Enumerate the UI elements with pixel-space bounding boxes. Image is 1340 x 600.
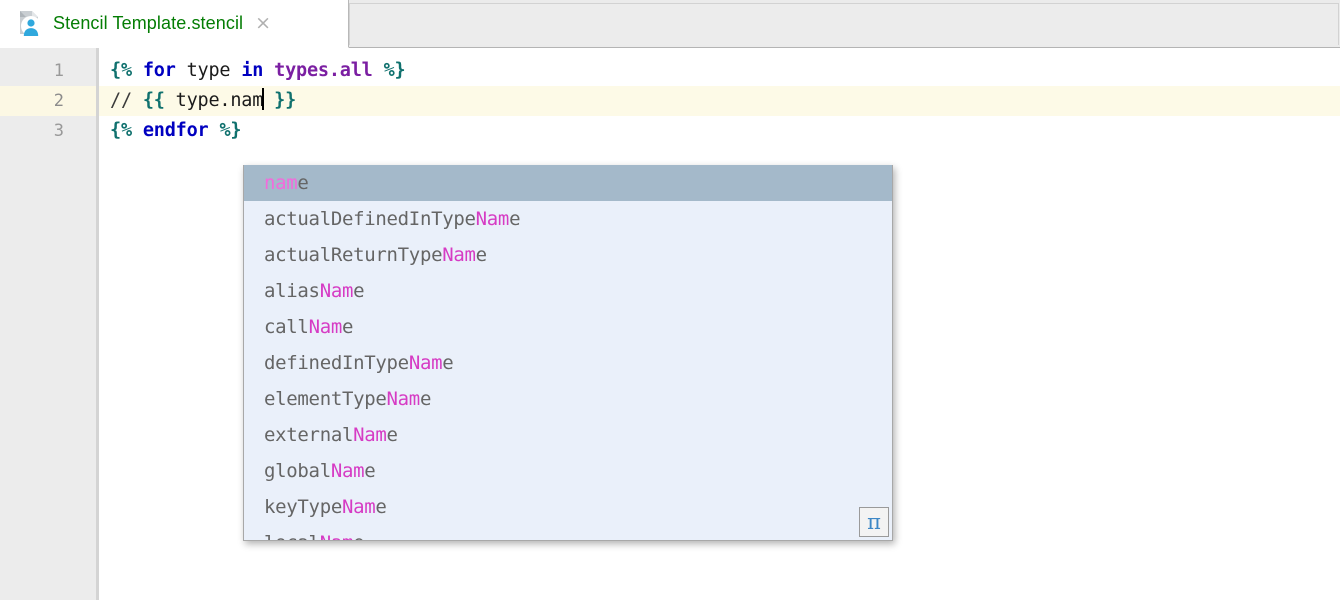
completion-suffix: e xyxy=(509,208,521,230)
completion-item[interactable]: name xyxy=(244,165,892,201)
completion-match: Nam xyxy=(408,352,443,374)
code-token: types.all xyxy=(274,60,373,81)
completion-suffix: e xyxy=(364,460,376,482)
code-token: %} xyxy=(219,120,242,141)
line-number: 2 xyxy=(0,86,96,116)
completion-item[interactable]: aliasName xyxy=(244,273,892,309)
code-token: endfor xyxy=(142,120,209,141)
completion-match: Nam xyxy=(341,496,376,518)
completion-item[interactable]: localName xyxy=(244,525,892,540)
code-token: {{ xyxy=(142,90,165,111)
completion-match: Nam xyxy=(319,280,354,302)
code-token: }} xyxy=(274,90,297,111)
completion-suffix: e xyxy=(386,424,398,446)
completion-prefix: alias xyxy=(264,280,320,302)
completion-prefix: call xyxy=(264,316,309,338)
stencil-file-icon xyxy=(16,9,44,39)
code-token: for xyxy=(142,60,176,81)
completion-item[interactable]: elementTypeName xyxy=(244,381,892,417)
code-line[interactable]: {% for type in types.all %} xyxy=(110,56,406,86)
completion-suffix: e xyxy=(353,532,364,540)
tab-title: Stencil Template.stencil xyxy=(53,13,244,33)
completion-item-list[interactable]: name actualDefinedInTypeName actualReturnT… xyxy=(244,165,892,540)
completion-item[interactable]: externalName xyxy=(244,417,892,453)
code-completion-popup[interactable]: name actualDefinedInTypeName actualReturnT… xyxy=(243,165,893,541)
completion-suffix: e xyxy=(419,388,432,410)
completion-prefix: actualDefinedInType xyxy=(264,208,476,230)
completion-match: Nam xyxy=(330,460,365,482)
completion-prefix: actualReturnType xyxy=(264,244,443,266)
completion-item[interactable]: globalName xyxy=(244,453,892,489)
completion-prefix: keyType xyxy=(264,496,342,518)
completion-match: Nam xyxy=(475,208,510,230)
completion-suffix: e xyxy=(475,244,487,266)
tab-bar-empty-area xyxy=(349,3,1339,45)
completion-match: Nam xyxy=(308,316,343,338)
completion-prefix: global xyxy=(264,460,331,482)
code-line[interactable]: // {{ type.nam }} xyxy=(110,86,296,116)
code-token: {% xyxy=(110,60,132,81)
editor-window: Stencil Template.stencil × 1 2 3 {% for ty… xyxy=(0,0,1340,600)
tab-stencil-template[interactable]: Stencil Template.stencil × xyxy=(0,0,349,48)
gutter-divider xyxy=(96,48,99,600)
completion-item[interactable]: keyTypeName xyxy=(244,489,892,525)
completion-prefix: local xyxy=(264,532,320,540)
completion-match: Nam xyxy=(320,532,354,540)
code-token: // xyxy=(110,90,143,111)
code-token: in xyxy=(241,60,264,81)
completion-suffix: e xyxy=(353,280,365,302)
close-icon[interactable]: × xyxy=(253,14,273,33)
completion-prefix: definedInType xyxy=(264,352,409,374)
code-token: type.nam xyxy=(164,90,264,111)
code-editor[interactable]: 123 {% for type in types.all %}// {{ typ… xyxy=(0,48,1340,600)
completion-item[interactable]: callName xyxy=(244,309,892,345)
completion-suffix: e xyxy=(375,496,387,518)
code-token: {% xyxy=(110,120,132,141)
code-token: type xyxy=(175,60,242,81)
line-number: 3 xyxy=(53,121,64,141)
code-line[interactable]: {% endfor %} xyxy=(110,116,242,146)
completion-match: Nam xyxy=(353,424,387,446)
completion-prefix: elementType xyxy=(264,388,387,410)
pi-badge-icon[interactable]: π xyxy=(859,507,889,537)
completion-suffix: e xyxy=(297,172,309,194)
completion-item[interactable]: actualReturnTypeName xyxy=(244,237,892,273)
completion-suffix: e xyxy=(442,352,454,374)
completion-prefix: external xyxy=(264,424,354,446)
completion-item[interactable]: definedInTypeName xyxy=(244,345,892,381)
completion-match: Nam xyxy=(442,244,476,266)
completion-match: nam xyxy=(264,172,298,194)
completion-item[interactable]: actualDefinedInTypeName xyxy=(244,201,892,237)
completion-match: Nam xyxy=(386,388,421,410)
completion-suffix: e xyxy=(341,316,354,338)
tab-bar: Stencil Template.stencil × xyxy=(0,0,1340,48)
code-token: %} xyxy=(383,60,406,81)
line-number: 1 xyxy=(53,61,64,81)
